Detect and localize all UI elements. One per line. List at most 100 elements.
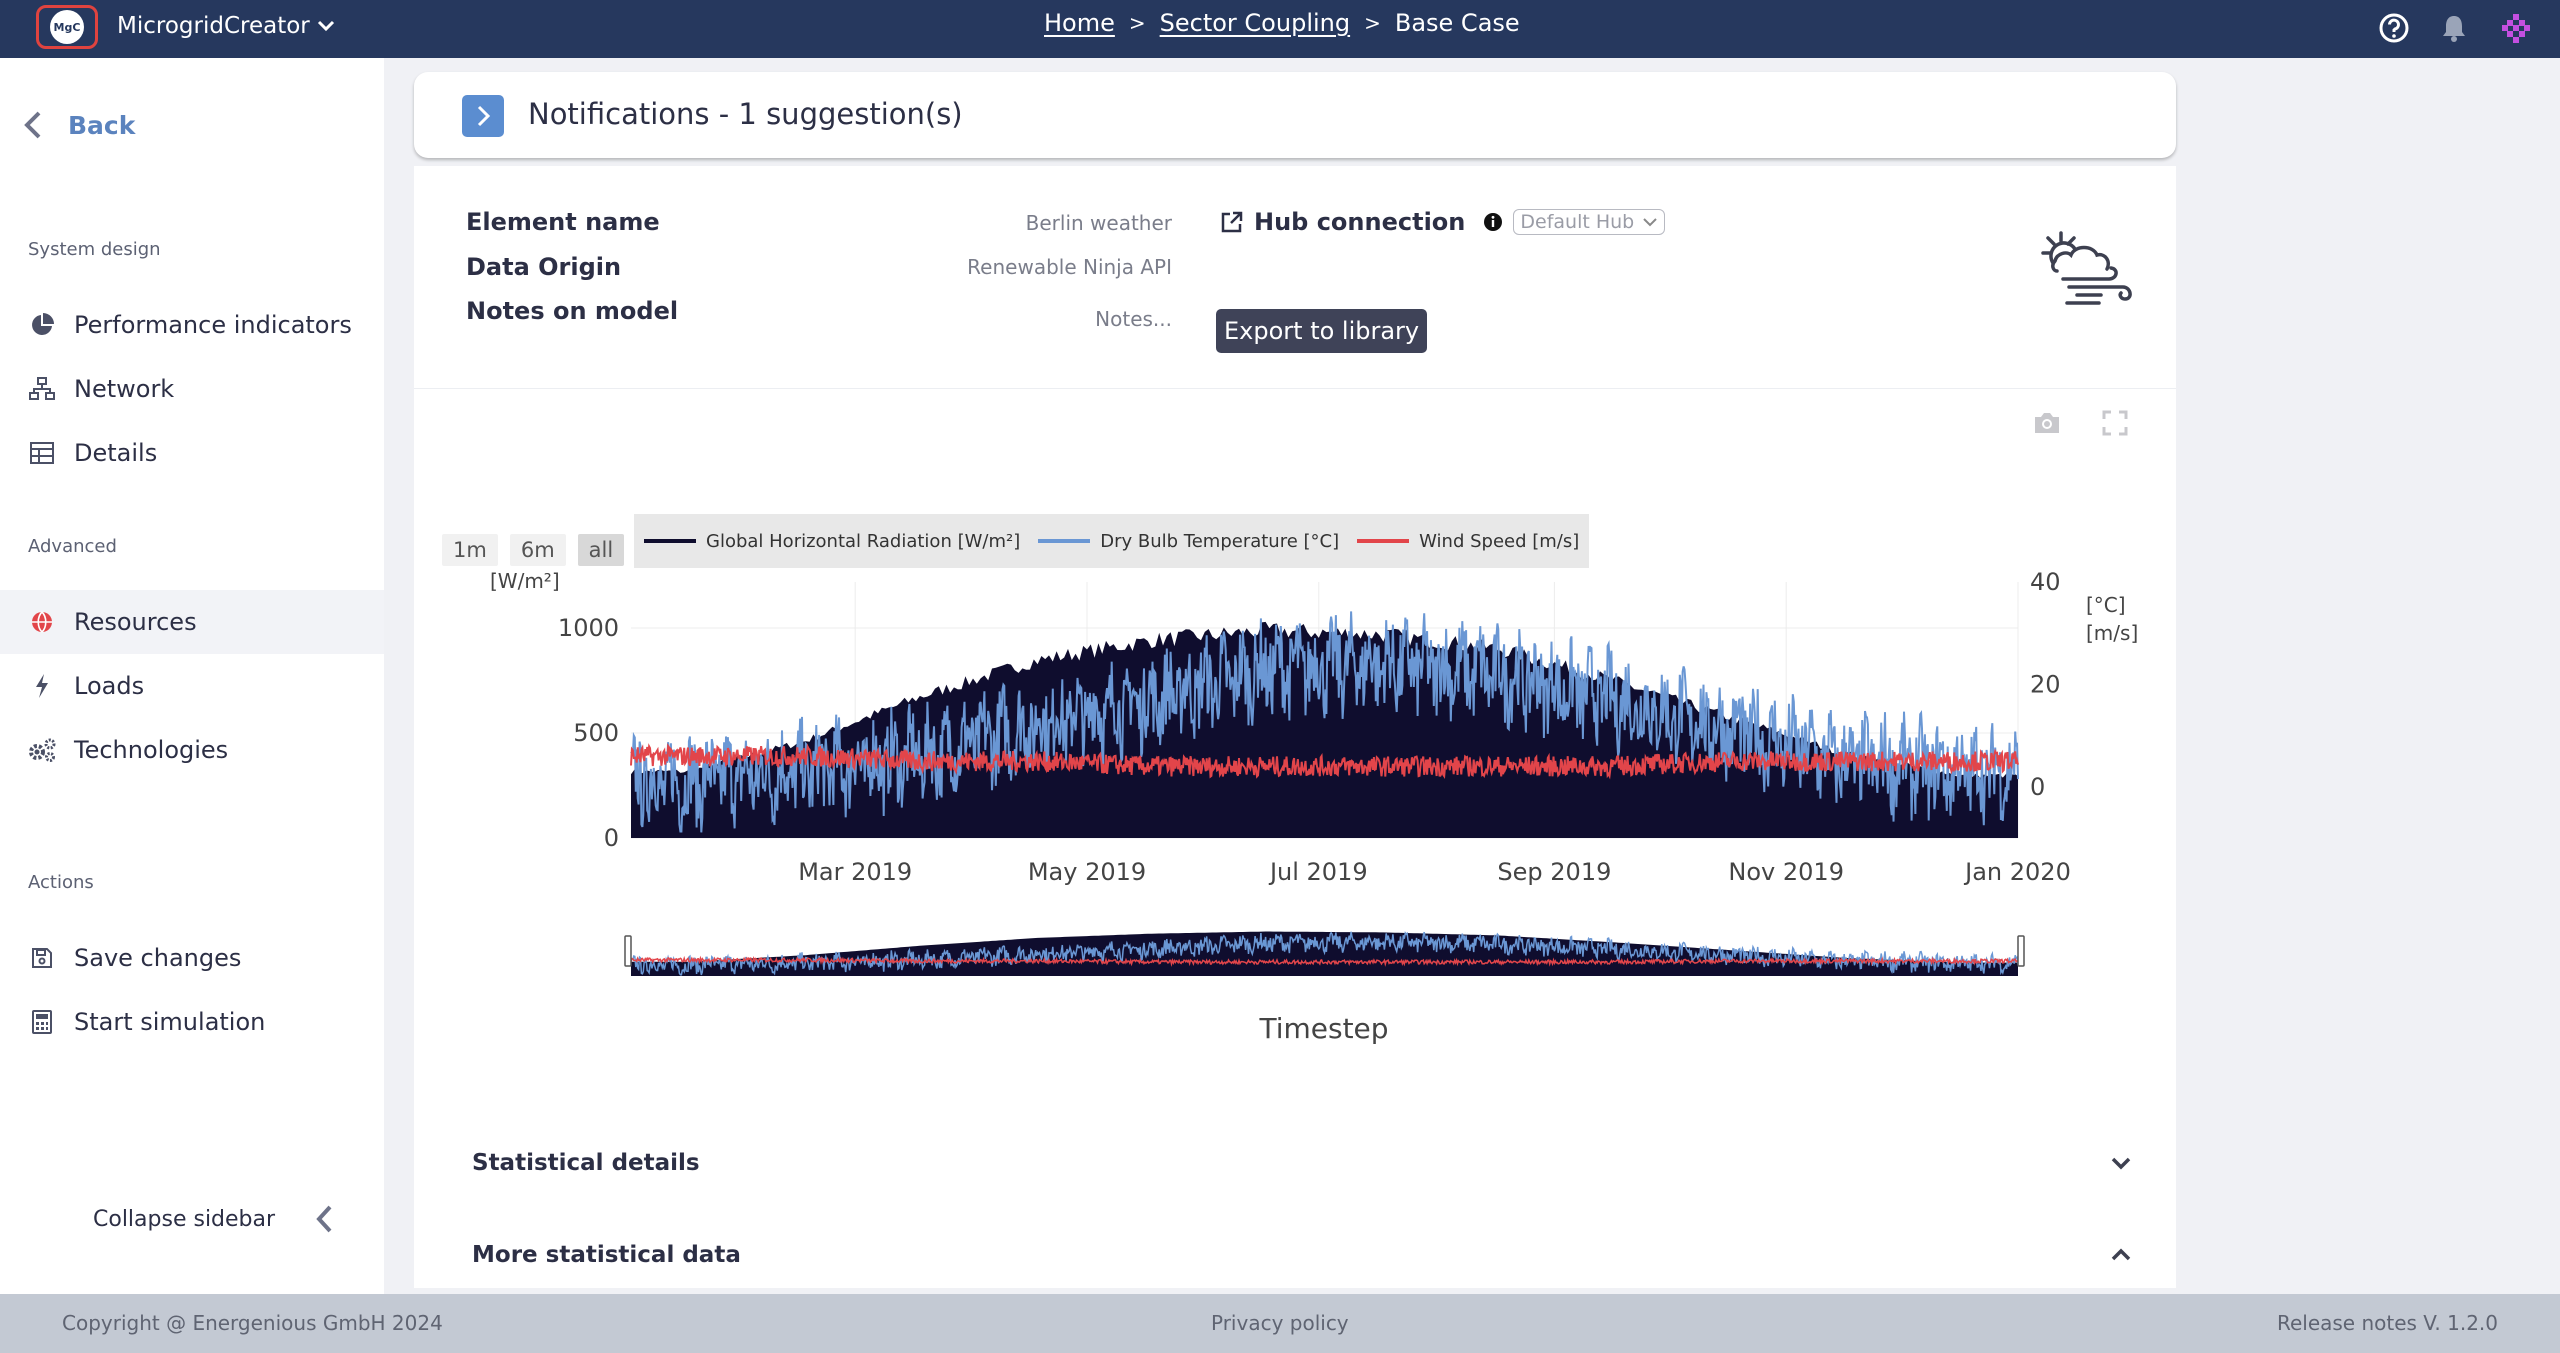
- y-right-tick-label: 40: [2030, 568, 2061, 596]
- range-button-all[interactable]: all: [577, 534, 625, 566]
- calculator-icon: [32, 1010, 52, 1034]
- sidebar-item-network[interactable]: Network: [0, 357, 384, 421]
- chart-plot-area: [630, 611, 2019, 838]
- pie-chart-icon: [32, 313, 54, 335]
- element-name-label: Element name: [466, 208, 660, 236]
- x-tick-label: Sep 2019: [1497, 858, 1611, 886]
- back-button[interactable]: Back: [22, 110, 135, 140]
- resource-card: Element name Data Origin Notes on model …: [414, 166, 2176, 1288]
- chart-range-slider: [624, 931, 2025, 976]
- chevron-down-icon: [2111, 1157, 2131, 1170]
- sidebar-item-details[interactable]: Details: [0, 421, 384, 485]
- chevron-right-icon: [477, 105, 491, 127]
- sidebar-item-label: Save changes: [74, 944, 242, 972]
- bolt-icon: [36, 674, 48, 698]
- app-logo[interactable]: MgC: [36, 5, 98, 49]
- breadcrumb-home[interactable]: Home: [1044, 9, 1115, 37]
- element-name-value[interactable]: Berlin weather: [1026, 211, 1172, 235]
- data-origin-value: Renewable Ninja API: [967, 255, 1172, 279]
- top-bar: MgC MicrogridCreator Home > Sector Coupl…: [0, 0, 2560, 58]
- legend-swatch: [644, 539, 696, 543]
- release-notes-link[interactable]: Release notes V. 1.2.0: [2277, 1311, 2498, 1335]
- accordion-statistical-details[interactable]: Statistical details: [472, 1150, 2132, 1176]
- notes-label: Notes on model: [466, 297, 679, 325]
- sidebar-item-loads[interactable]: Loads: [0, 654, 384, 718]
- weather-chart[interactable]: 0 500 1000 [W/m²] 0 20 40 [°C] [m/s] Mar 2019 May …: [414, 566, 2176, 1226]
- breadcrumb-sector-coupling[interactable]: Sector Coupling: [1160, 9, 1350, 37]
- breadcrumb-separator: >: [1128, 11, 1146, 35]
- y-right-tick-label: 0: [2030, 773, 2045, 801]
- legend-item-wind[interactable]: Wind Speed [m/s]: [1357, 531, 1579, 552]
- network-icon: [29, 377, 55, 400]
- privacy-policy-link[interactable]: Privacy policy: [1211, 1311, 1349, 1335]
- save-icon: [32, 948, 52, 968]
- legend-label: Wind Speed [m/s]: [1419, 530, 1580, 552]
- legend-item-temperature[interactable]: Dry Bulb Temperature [°C]: [1038, 531, 1339, 552]
- info-icon[interactable]: [1483, 212, 1503, 232]
- y-left-tick-label: 0: [604, 824, 619, 852]
- chevron-down-icon: [1643, 218, 1657, 227]
- sidebar-item-start-simulation[interactable]: Start simulation: [0, 990, 384, 1054]
- section-divider: [414, 388, 2176, 389]
- x-tick-label: Mar 2019: [798, 858, 912, 886]
- sidebar-item-label: Details: [74, 439, 158, 467]
- hub-select[interactable]: Default Hub: [1513, 209, 1666, 235]
- hub-connection: Hub connection Default Hub: [1220, 208, 1666, 236]
- sidebar-item-label: Loads: [74, 672, 145, 700]
- sidebar-item-performance-indicators[interactable]: Performance indicators: [0, 293, 384, 357]
- range-handle-left: [624, 935, 632, 967]
- sidebar: Back System design Performance indicator…: [0, 58, 384, 1294]
- sidebar-item-label: Resources: [74, 608, 197, 636]
- gears-icon: [29, 738, 56, 762]
- legend-label: Dry Bulb Temperature [°C]: [1100, 530, 1340, 552]
- chart-toolbar: [2032, 410, 2128, 436]
- sidebar-item-resources[interactable]: Resources: [0, 590, 384, 654]
- bell-icon[interactable]: [2440, 13, 2468, 43]
- range-button-6m[interactable]: 6m: [509, 534, 566, 566]
- breadcrumb-current: Base Case: [1394, 9, 1520, 37]
- app-switcher[interactable]: MicrogridCreator: [117, 13, 336, 39]
- section-title-actions: Actions: [28, 872, 94, 893]
- data-origin-label: Data Origin: [466, 253, 622, 281]
- range-button-1m[interactable]: 1m: [442, 534, 498, 566]
- y-left-tick-label: 1000: [558, 614, 619, 642]
- camera-icon[interactable]: [2032, 410, 2062, 436]
- table-icon: [30, 442, 54, 464]
- chevron-left-icon: [24, 111, 41, 139]
- export-to-library-button[interactable]: Export to library: [1216, 309, 1428, 353]
- range-handle-right: [2017, 935, 2025, 967]
- fullscreen-icon[interactable]: [2102, 410, 2128, 436]
- footer: Copyright @ Energenious GmbH 2024 Privac…: [0, 1294, 2560, 1353]
- notes-input[interactable]: Notes...: [1095, 307, 1172, 331]
- user-avatar-icon[interactable]: [2498, 10, 2534, 46]
- chevron-down-icon: [317, 20, 334, 32]
- range-selector: 1m 6m all: [442, 534, 625, 566]
- section-title-system-design: System design: [28, 239, 161, 260]
- legend-item-radiation[interactable]: Global Horizontal Radiation [W/m²]: [644, 531, 1020, 552]
- sidebar-item-technologies[interactable]: Technologies: [0, 718, 384, 782]
- collapse-sidebar-button[interactable]: Collapse sidebar: [93, 1204, 335, 1234]
- external-link-icon[interactable]: [1220, 210, 1244, 234]
- y-left-axis-label: [W/m²]: [490, 569, 560, 593]
- accordion-more-statistical-data[interactable]: More statistical data: [472, 1242, 2132, 1268]
- expand-notifications-button[interactable]: [462, 95, 504, 137]
- sidebar-item-save-changes[interactable]: Save changes: [0, 926, 384, 990]
- app-name: MicrogridCreator: [117, 13, 310, 39]
- help-icon[interactable]: [2378, 12, 2410, 44]
- hub-connection-label: Hub connection: [1254, 208, 1466, 236]
- collapse-sidebar-label: Collapse sidebar: [93, 1206, 276, 1232]
- y-right-tick-label: 20: [2030, 670, 2061, 698]
- breadcrumb: Home > Sector Coupling > Base Case: [1044, 9, 1520, 37]
- sidebar-item-label: Technologies: [74, 736, 229, 764]
- legend-swatch: [1038, 539, 1091, 543]
- section-title-advanced: Advanced: [28, 536, 117, 557]
- x-axis-label: Timestep: [1258, 1012, 1388, 1045]
- copyright-text: Copyright @ Energenious GmbH 2024: [62, 1311, 443, 1335]
- sidebar-item-label: Network: [74, 375, 175, 403]
- chevron-up-icon: [2111, 1248, 2131, 1261]
- x-tick-label: Jan 2020: [1963, 858, 2071, 886]
- globe-icon: [32, 611, 52, 633]
- legend-swatch: [1357, 539, 1410, 543]
- sidebar-item-label: Start simulation: [74, 1008, 266, 1036]
- logo-text: MgC: [50, 10, 84, 44]
